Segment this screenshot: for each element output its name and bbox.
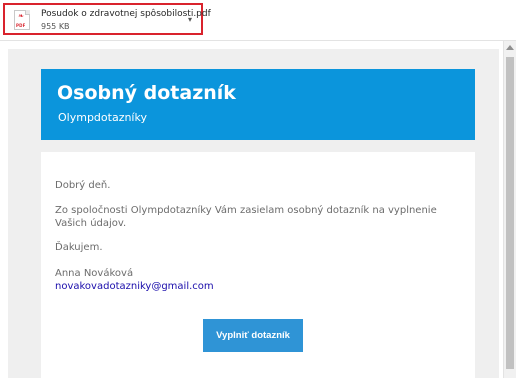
message-viewport: Osobný dotazník Olympdotazníky Dobrý deň…: [0, 41, 503, 378]
attachment-file-name: Posudok o zdravotnej spôsobilosti.pdf: [41, 9, 211, 19]
attachment-chip[interactable]: ❧ PDF Posudok o zdravotnej spôsobilosti.…: [3, 3, 211, 35]
sender-name: Anna Nováková: [55, 268, 134, 279]
scroll-up-arrow-icon[interactable]: [506, 45, 514, 50]
email-header-subtitle: Olympdotazníky: [58, 111, 147, 124]
email-content-card: Dobrý deň. Zo spoločnosti Olympdotazníky…: [41, 152, 475, 378]
email-greeting: Dobrý deň.: [55, 180, 111, 191]
email-frame: Osobný dotazník Olympdotazníky Dobrý deň…: [8, 49, 499, 378]
email-header-banner: Osobný dotazník Olympdotazníky: [41, 69, 475, 140]
email-thanks: Ďakujem.: [55, 242, 103, 253]
email-message: Zo spoločnosti Olympdotazníky Vám zasiel…: [55, 205, 437, 229]
chevron-down-icon[interactable]: ▾: [188, 16, 192, 24]
fill-questionnaire-button[interactable]: Vyplniť dotazník: [203, 319, 303, 352]
scrollbar-thumb[interactable]: [506, 57, 514, 369]
sender-email-link[interactable]: novakovadotazniky@gmail.com: [55, 280, 214, 293]
attachment-file-size: 955 KB: [41, 22, 70, 31]
pdf-file-icon: ❧ PDF: [14, 10, 30, 30]
vertical-scrollbar[interactable]: [503, 41, 516, 378]
email-header-title: Osobný dotazník: [57, 82, 236, 104]
